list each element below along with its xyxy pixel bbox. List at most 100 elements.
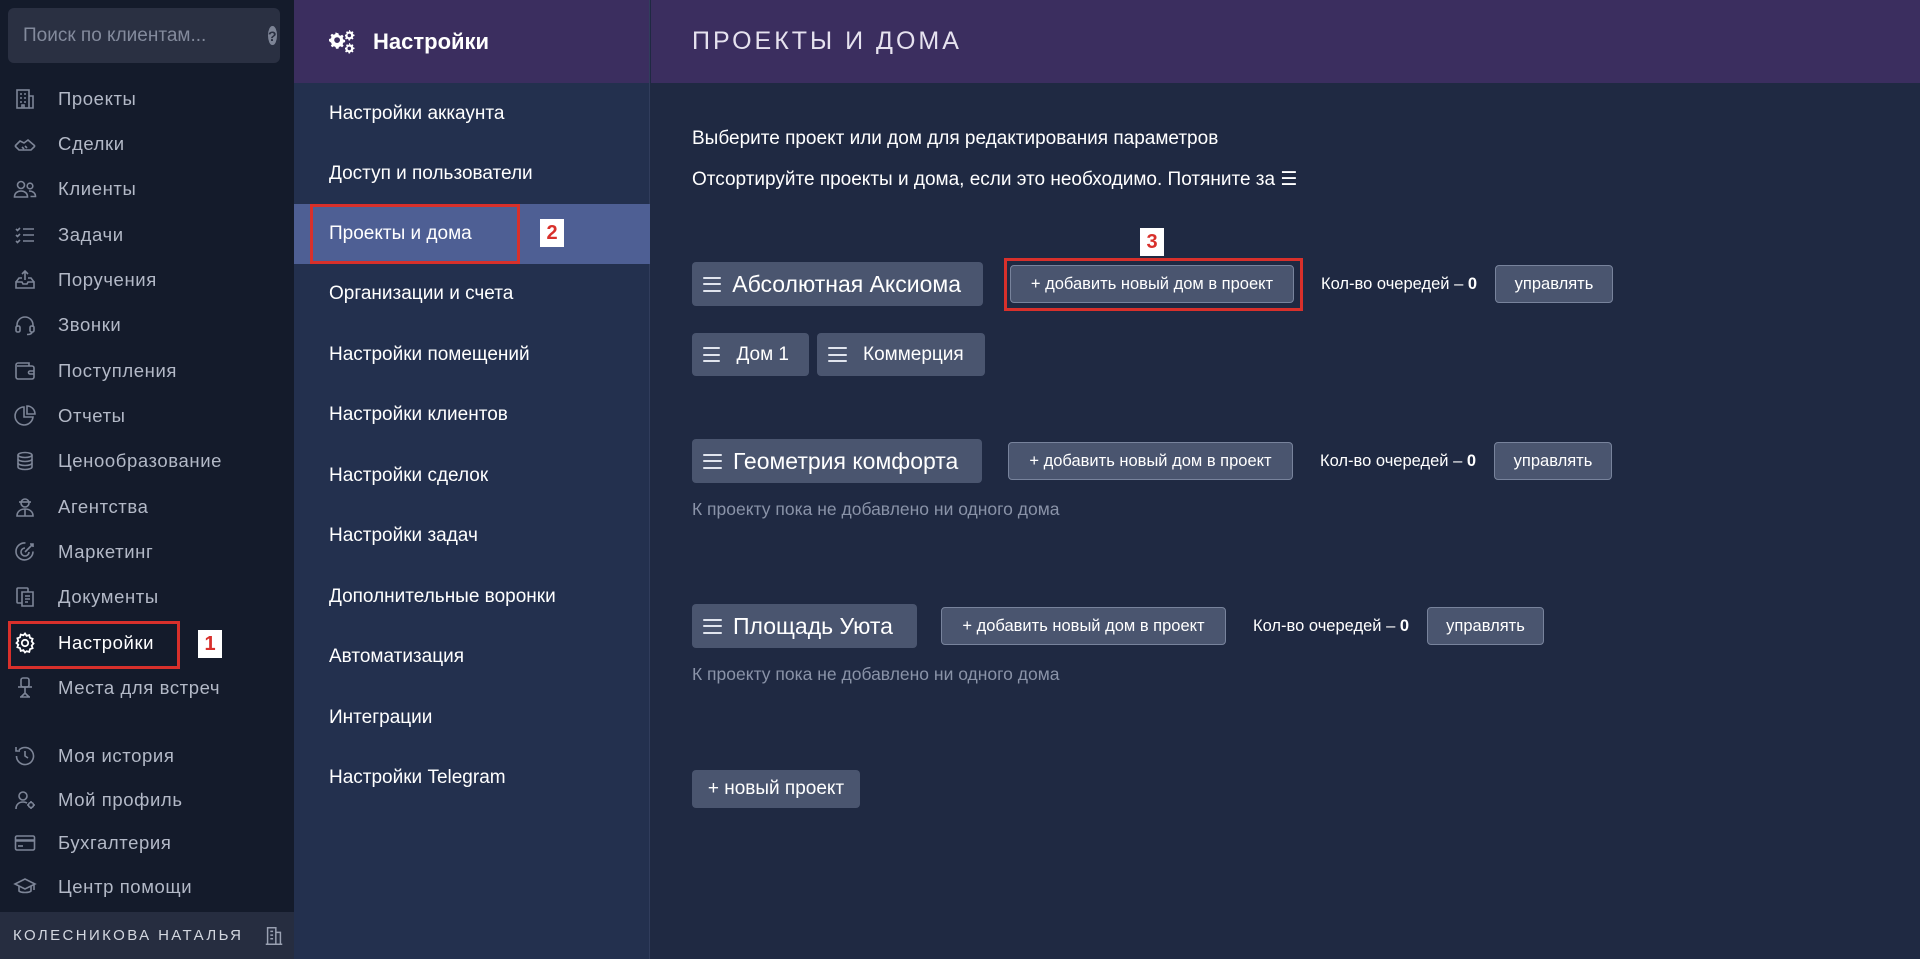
callout-box-3 <box>1004 258 1303 311</box>
app-window: ? Проекты Сделки Клиенты Задачи Поручени… <box>0 0 1920 959</box>
project-name: Абсолютная Аксиома <box>732 270 961 297</box>
house-name: Коммерция <box>863 343 964 365</box>
office-building-icon[interactable] <box>263 925 285 947</box>
add-house-button[interactable]: + добавить новый дом в проект <box>941 607 1226 645</box>
graduation-cap-icon <box>13 878 37 894</box>
drag-handle-icon[interactable] <box>703 347 721 362</box>
client-search-input[interactable] <box>23 24 268 47</box>
building-icon <box>16 89 34 109</box>
nav-item-reports[interactable]: Отчеты <box>0 397 294 435</box>
settings-item-account[interactable]: Настройки аккаунта <box>294 84 650 144</box>
hint-sort: Отсортируйте проекты и дома, если это не… <box>692 169 1298 190</box>
drag-handle-icon[interactable] <box>703 276 722 292</box>
settings-item-integrations[interactable]: Интеграции <box>294 688 650 748</box>
manage-button[interactable]: управлять <box>1427 607 1544 645</box>
inbox-upload-icon <box>15 269 35 289</box>
page-title: ПРОЕКТЫ И ДОМА <box>692 27 962 55</box>
checklist-icon <box>15 227 34 244</box>
nav-item-label: Поступления <box>58 360 178 381</box>
settings-menu: Настройки Настройки аккаунта Доступ и по… <box>294 0 650 959</box>
current-user[interactable]: КОЛЕСНИКОВА НАТАЛЬЯ <box>0 912 294 959</box>
settings-item-deals[interactable]: Настройки сделок <box>294 446 650 506</box>
nav-item-agencies[interactable]: Агентства <box>0 488 294 526</box>
settings-item-funnels[interactable]: Дополнительные воронки <box>294 567 650 627</box>
nav-item-label: Моя история <box>58 745 175 766</box>
manage-button[interactable]: управлять <box>1495 265 1613 303</box>
nav-item-help-center[interactable]: Центр помощи <box>0 868 294 906</box>
drag-handle-icon[interactable] <box>703 453 722 469</box>
settings-item-automation[interactable]: Автоматизация <box>294 627 650 687</box>
drag-handle-icon[interactable] <box>828 347 847 362</box>
desk-chair-icon <box>18 677 32 698</box>
main-content: ПРОЕКТЫ И ДОМА Выберите проект или дом д… <box>651 0 1920 959</box>
queue-label: Кол-во очередей – <box>1320 452 1463 470</box>
callout-badge-3: 3 <box>1140 228 1164 256</box>
nav-item-label: Клиенты <box>58 178 137 199</box>
house-chip[interactable]: Дом 1 <box>692 333 809 376</box>
nav-item-deals[interactable]: Сделки <box>0 125 294 163</box>
nav-item-pricing[interactable]: Ценообразование <box>0 442 294 480</box>
nav-item-calls[interactable]: Звонки <box>0 306 294 344</box>
nav-item-label: Сделки <box>58 133 125 154</box>
nav-item-label: Агентства <box>58 496 149 517</box>
nav-item-label: Документы <box>58 586 159 607</box>
nav-item-accounting[interactable]: Бухгалтерия <box>0 824 294 862</box>
settings-item-tasks[interactable]: Настройки задач <box>294 506 650 566</box>
coins-icon <box>17 451 33 471</box>
project-chip[interactable]: Площадь Уюта <box>692 604 917 648</box>
settings-menu-header: Настройки <box>294 0 649 83</box>
settings-item-clients[interactable]: Настройки клиентов <box>294 385 650 445</box>
settings-item-organizations[interactable]: Организации и счета <box>294 264 650 324</box>
nav-item-assignments[interactable]: Поручения <box>0 261 294 299</box>
card-icon <box>14 835 36 851</box>
nav-item-label: Мой профиль <box>58 789 183 810</box>
nav-item-label: Места для встреч <box>58 677 221 698</box>
queue-label: Кол-во очередей – <box>1321 275 1464 293</box>
nav-item-label: Ценообразование <box>58 450 223 471</box>
settings-item-telegram[interactable]: Настройки Telegram <box>294 748 650 808</box>
nav-item-tasks[interactable]: Задачи <box>0 216 294 254</box>
pie-chart-icon <box>14 405 36 426</box>
user-name: КОЛЕСНИКОВА НАТАЛЬЯ <box>13 927 244 944</box>
nav-item-my-profile[interactable]: Мой профиль <box>0 781 294 819</box>
house-name: Дом 1 <box>736 343 789 365</box>
no-houses-text: К проекту пока не добавлено ни одного до… <box>692 664 1060 684</box>
nav-item-meeting-places[interactable]: Места для встреч <box>0 669 294 707</box>
nav-item-my-history[interactable]: Моя история <box>0 737 294 775</box>
project-chip[interactable]: Геометрия комфорта <box>692 439 982 483</box>
nav-item-documents[interactable]: Документы <box>0 578 294 616</box>
manage-button[interactable]: управлять <box>1494 442 1612 480</box>
nav-item-label: Бухгалтерия <box>58 832 172 853</box>
drag-handle-icon[interactable] <box>703 618 722 634</box>
nav-item-label: Поручения <box>58 269 157 290</box>
help-icon[interactable]: ? <box>268 26 277 45</box>
queue-value: 0 <box>1466 452 1477 470</box>
settings-item-access-users[interactable]: Доступ и пользователи <box>294 144 650 204</box>
queue-count: Кол-во очередей – 0 <box>1253 617 1409 636</box>
project-chip[interactable]: Абсолютная Аксиома <box>692 262 983 306</box>
callout-badge-1: 1 <box>198 630 222 658</box>
callout-badge-2: 2 <box>540 219 564 247</box>
nav-item-label: Маркетинг <box>58 541 154 562</box>
page-header: ПРОЕКТЫ И ДОМА <box>651 0 1920 83</box>
add-house-button[interactable]: + добавить новый дом в проект <box>1008 442 1293 480</box>
main-sidebar: ? Проекты Сделки Клиенты Задачи Поручени… <box>0 0 294 959</box>
users-icon <box>13 180 37 198</box>
new-project-button[interactable]: + новый проект <box>692 770 860 808</box>
nav-item-label: Проекты <box>58 88 137 109</box>
queue-count: Кол-во очередей – 0 <box>1320 452 1476 471</box>
callout-box-1 <box>8 621 180 669</box>
settings-item-premises[interactable]: Настройки помещений <box>294 325 650 385</box>
hint-select: Выберите проект или дом для редактирован… <box>692 128 1219 149</box>
nav-item-marketing[interactable]: Маркетинг <box>0 533 294 571</box>
nav-item-clients[interactable]: Клиенты <box>0 170 294 208</box>
agent-icon <box>16 498 34 517</box>
nav-item-label: Центр помощи <box>58 876 193 897</box>
nav-item-label: Отчеты <box>58 405 126 426</box>
nav-item-projects[interactable]: Проекты <box>0 80 294 118</box>
gears-icon <box>329 29 355 53</box>
nav-item-receipts[interactable]: Поступления <box>0 352 294 390</box>
client-search[interactable]: ? <box>8 8 280 63</box>
settings-menu-title: Настройки <box>373 28 490 54</box>
house-chip[interactable]: Коммерция <box>817 333 985 376</box>
